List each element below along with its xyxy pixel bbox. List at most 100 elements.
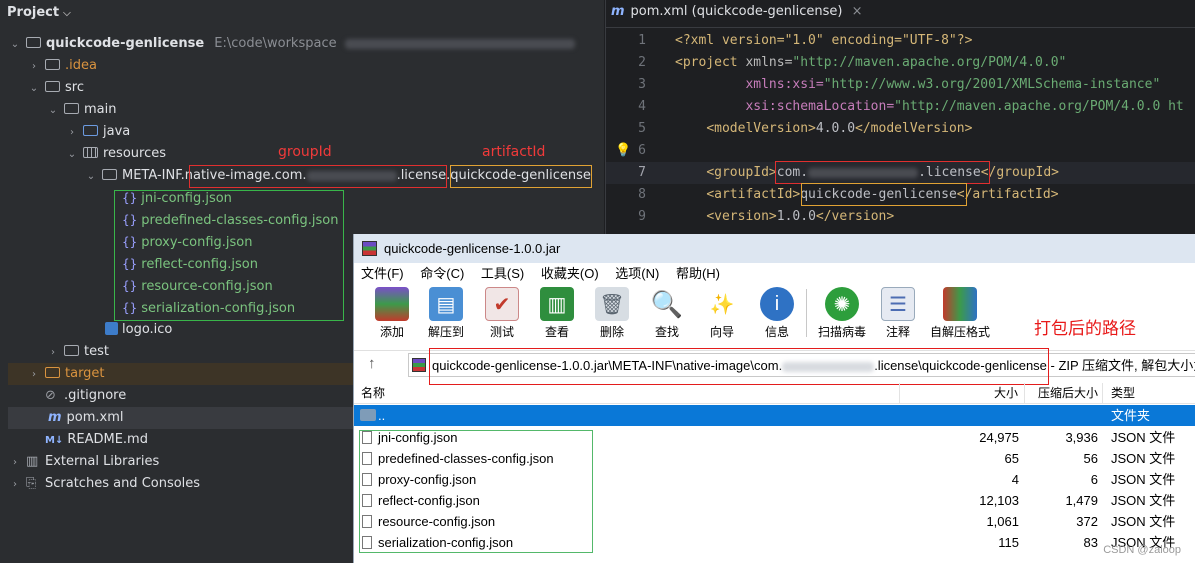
add-button[interactable]: 添加: [364, 287, 420, 340]
tree-item-label: External Libraries: [45, 454, 160, 469]
chevron-down-icon[interactable]: ⌄: [46, 100, 60, 122]
artifactid-highlight-box: [450, 165, 592, 188]
menu-favorites[interactable]: 收藏夹(O): [541, 263, 599, 285]
magnifier-icon: 🔍: [650, 288, 684, 319]
folder-icon: [64, 103, 79, 114]
winrar-icon: [362, 241, 377, 256]
test-button[interactable]: ✔ 测试: [474, 287, 530, 340]
folder-icon: [45, 59, 60, 70]
tree-item-label: logo.ico: [122, 322, 173, 337]
window-title: quickcode-genlicense-1.0.0.jar: [384, 241, 561, 256]
tree-item-label: pom.xml: [66, 410, 124, 425]
chevron-right-icon[interactable]: ›: [27, 56, 41, 78]
chevron-down-icon[interactable]: ⌄: [84, 166, 98, 188]
chevron-right-icon[interactable]: ›: [8, 452, 22, 474]
menu-options[interactable]: 选项(N): [615, 263, 659, 285]
bulb-icon[interactable]: 💡: [615, 143, 631, 158]
menu-help[interactable]: 帮助(H): [676, 263, 720, 285]
tree-item-label: README.md: [67, 432, 148, 447]
list-item-parent[interactable]: .. 文件夹: [354, 405, 1195, 426]
column-size[interactable]: 大小: [994, 383, 1018, 404]
folder-icon: [64, 345, 79, 356]
groupid-highlight-box: [775, 161, 990, 184]
toolbar-separator: [806, 289, 807, 337]
root-name: quickcode-genlicense: [46, 36, 205, 51]
resources-folder-icon: [83, 147, 98, 158]
tree-item-label: Scratches and Consoles: [45, 476, 201, 491]
folder-icon: [45, 81, 60, 92]
menu-tools[interactable]: 工具(S): [481, 263, 524, 285]
module-folder-icon: [26, 37, 41, 48]
code-line: 2 <project xmlns="http://maven.apache.org…: [638, 55, 1067, 70]
wizard-button[interactable]: ✨ 向导: [694, 287, 750, 340]
info-button[interactable]: i 信息: [749, 287, 805, 340]
root-path: E:\code\workspace: [214, 36, 337, 51]
tree-item-label: target: [65, 366, 105, 381]
menu-file[interactable]: 文件(F): [361, 263, 404, 285]
tree-item-test[interactable]: › test: [46, 341, 109, 363]
window-titlebar[interactable]: quickcode-genlicense-1.0.0.jar: [354, 234, 1195, 263]
image-icon: [105, 322, 118, 335]
chevron-down-icon[interactable]: ⌵: [63, 8, 71, 19]
library-icon: ▥: [26, 454, 39, 469]
scan-virus-button[interactable]: ✺ 扫描病毒: [812, 287, 872, 340]
chevron-right-icon[interactable]: ›: [65, 122, 79, 144]
up-arrow-icon[interactable]: ↑: [368, 355, 376, 372]
tree-item-idea[interactable]: › .idea: [27, 55, 97, 77]
chevron-right-icon[interactable]: ›: [46, 342, 60, 364]
chevron-down-icon[interactable]: ⌄: [8, 34, 22, 56]
editor-tabbar: m pom.xml (quickcode-genlicense) ×: [606, 0, 1195, 28]
tree-item-src[interactable]: ⌄ src: [27, 77, 84, 99]
menu-commands[interactable]: 命令(C): [420, 263, 464, 285]
code-line: 3 xmlns:xsi="http://www.w3.org/2001/XMLS…: [638, 77, 1161, 92]
maven-icon: m: [611, 4, 625, 19]
tree-root[interactable]: ⌄ quickcode-genlicense E:\code\workspace: [8, 33, 575, 55]
chevron-down-icon[interactable]: ⌄: [27, 78, 41, 100]
virus-scan-icon: ✺: [825, 287, 859, 321]
scratches-icon: ⎘: [26, 476, 37, 491]
folder-extract-icon: ▤: [429, 287, 463, 321]
view-button[interactable]: ▥ 查看: [529, 287, 585, 340]
tree-item-main[interactable]: ⌄ main: [46, 99, 117, 122]
comment-icon: ☰: [881, 287, 915, 321]
trash-icon: 🗑: [595, 287, 629, 321]
comment-button[interactable]: ☰ 注释: [870, 287, 926, 340]
sfx-icon: [943, 287, 977, 321]
chevron-right-icon[interactable]: ›: [27, 364, 41, 386]
column-name[interactable]: 名称: [361, 383, 385, 404]
tree-item-label: src: [65, 80, 84, 95]
sfx-button[interactable]: 自解压格式: [926, 287, 994, 340]
delete-button[interactable]: 🗑 删除: [584, 287, 640, 340]
excluded-folder-icon: [45, 367, 60, 378]
winrar-window: quickcode-genlicense-1.0.0.jar 文件(F) 命令(…: [353, 234, 1195, 563]
tree-item-external-libraries[interactable]: › ▥ External Libraries: [8, 451, 159, 473]
close-icon[interactable]: ×: [852, 4, 863, 19]
tab-pom-xml[interactable]: m pom.xml (quickcode-genlicense) ×: [611, 4, 863, 19]
menubar: 文件(F) 命令(C) 工具(S) 收藏夹(O) 选项(N) 帮助(H): [354, 263, 1195, 285]
column-type[interactable]: 类型: [1111, 383, 1135, 404]
tree-item-readme[interactable]: M↓ README.md: [45, 429, 148, 451]
tree-item-scratches[interactable]: › ⎘ Scratches and Consoles: [8, 473, 200, 495]
tree-item-logo[interactable]: logo.ico: [103, 319, 172, 341]
chevron-down-icon[interactable]: ⌄: [65, 144, 79, 166]
extract-to-button[interactable]: ▤ 解压到: [418, 287, 474, 340]
tree-item-label: resources: [103, 146, 167, 161]
code-line: 4 xsi:schemaLocation="http://maven.apach…: [638, 99, 1184, 114]
source-folder-icon: [83, 125, 98, 136]
find-button[interactable]: 🔍 查找: [639, 287, 695, 340]
ignore-icon: ⊘: [45, 388, 56, 403]
tree-item-label: main: [84, 102, 117, 117]
project-header[interactable]: Project ⌵: [7, 5, 71, 20]
archive-icon: [412, 358, 426, 372]
column-packed[interactable]: 压缩后大小: [1038, 383, 1098, 404]
tree-item-resources[interactable]: ⌄ resources: [65, 143, 166, 165]
chevron-right-icon[interactable]: ›: [8, 474, 22, 496]
project-header-label: Project: [7, 5, 60, 20]
artifactid-annotation: artifactId: [482, 144, 546, 160]
tree-item-java[interactable]: › java: [65, 121, 130, 143]
watermark: CSDN @zaloop: [1103, 544, 1181, 556]
code-line: 1 <?xml version="1.0" encoding="UTF-8"?>: [638, 33, 973, 48]
book-icon: ▥: [540, 287, 574, 321]
tree-item-gitignore[interactable]: ⊘ .gitignore: [45, 385, 126, 407]
path-tail: - ZIP 压缩文件, 解包大小为: [1046, 358, 1195, 373]
